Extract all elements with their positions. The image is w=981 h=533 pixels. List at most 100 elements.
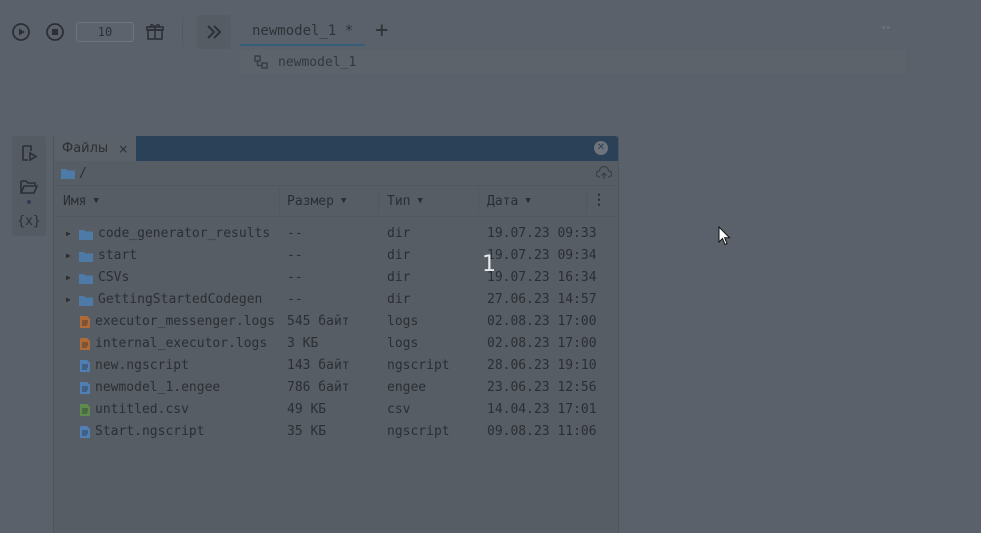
column-divider[interactable] [478, 188, 479, 214]
panel-header: Файлы × ✕ [54, 136, 618, 161]
stop-icon[interactable] [42, 19, 68, 45]
script-file-icon [80, 426, 90, 438]
folder-icon [79, 296, 93, 306]
folder-icon [79, 252, 93, 262]
sort-caret-icon: ▼ [525, 196, 531, 206]
cloud-upload-icon[interactable] [596, 165, 612, 181]
file-list: ▶ code_generator_results -- dir 19.07.23 09:… [54, 217, 618, 443]
table-row[interactable]: internal_executor.logs 3 КБ logs 02.08.23 1… [54, 333, 618, 355]
file-name: untitled.csv [95, 402, 189, 417]
file-size: 143 байт [287, 358, 350, 373]
file-date: 27.06.23 14:57 [487, 292, 597, 307]
file-date: 14.04.23 17:01 [487, 402, 597, 417]
file-date: 19.07.23 09:34 [487, 248, 597, 263]
file-size: -- [287, 226, 303, 241]
model-tabs: newmodel_1 * + [240, 18, 388, 46]
file-date: 19.07.23 16:34 [487, 270, 597, 285]
file-name: CSVs [98, 270, 130, 285]
expand-arrow-icon[interactable]: ▶ [66, 229, 71, 238]
files-tab-label: Файлы [62, 141, 109, 156]
file-date: 02.08.23 17:00 [487, 336, 597, 351]
step-number: 1 [482, 252, 496, 277]
file-type: dir [387, 226, 411, 241]
table-row[interactable]: newmodel_1.engee 786 байт engee 23.06.23 12… [54, 377, 618, 399]
table-row[interactable]: executor_messenger.logs 545 байт logs 02.08… [54, 311, 618, 333]
breadcrumb-label[interactable]: newmodel_1 [278, 55, 356, 70]
file-size: -- [287, 248, 303, 263]
file-name: executor_messenger.logs [95, 314, 276, 329]
file-date: 23.06.23 12:56 [487, 380, 597, 395]
table-row[interactable]: ▶ start -- dir 19.07.23 09:34 [54, 245, 618, 267]
column-divider[interactable] [279, 188, 280, 214]
current-path[interactable]: / [79, 166, 87, 181]
sort-caret-icon: ▼ [417, 196, 423, 206]
table-row[interactable]: Start.ngscript 35 КБ ngscript 09.08.23 11:0… [54, 421, 618, 443]
file-size: 786 байт [287, 380, 350, 395]
gift-icon[interactable] [142, 19, 168, 45]
close-panel-icon[interactable]: ✕ [594, 141, 608, 155]
log-file-icon [80, 338, 90, 350]
steps-input[interactable]: 10 [76, 22, 134, 42]
more-options-icon[interactable]: ⋮ [592, 192, 606, 208]
file-type: logs [387, 336, 419, 351]
expand-arrow-icon[interactable]: ▶ [66, 273, 71, 282]
play-icon[interactable] [8, 19, 34, 45]
column-divider [586, 188, 587, 214]
expand-arrow-icon[interactable]: ▶ [66, 295, 71, 304]
column-size[interactable]: Размер ▼ [287, 186, 346, 216]
file-date: 02.08.23 17:00 [487, 314, 597, 329]
file-type: csv [387, 402, 411, 417]
tab-newmodel[interactable]: newmodel_1 * [240, 19, 366, 46]
file-type: dir [387, 248, 411, 263]
file-size: 3 КБ [287, 336, 319, 351]
breadcrumb: newmodel_1 [240, 50, 906, 74]
tab-files[interactable]: Файлы × [54, 136, 136, 161]
model-hierarchy-icon [254, 55, 268, 69]
file-date: 19.07.23 09:33 [487, 226, 597, 241]
table-row[interactable]: new.ngscript 143 байт ngscript 28.06.23 19:… [54, 355, 618, 377]
sort-caret-icon: ▼ [93, 196, 99, 206]
add-tab-icon[interactable]: + [375, 20, 388, 46]
column-date-label: Дата [487, 193, 519, 209]
column-size-label: Размер [287, 193, 334, 209]
file-size: -- [287, 270, 303, 285]
column-divider[interactable] [378, 188, 379, 214]
file-type: ngscript [387, 358, 450, 373]
expand-arrows-icon[interactable]: ◂▸ [880, 22, 892, 33]
side-toolbar: {x} [12, 136, 46, 236]
table-row[interactable]: untitled.csv 49 КБ csv 14.04.23 17:01 [54, 399, 618, 421]
file-name: newmodel_1.engee [95, 380, 221, 395]
column-type[interactable]: Тип ▼ [387, 186, 423, 216]
file-size: 49 КБ [287, 402, 327, 417]
variables-icon[interactable]: {x} [12, 204, 46, 238]
file-name: Start.ngscript [95, 424, 205, 439]
file-name: new.ngscript [95, 358, 189, 373]
close-tab-icon[interactable]: × [118, 142, 128, 156]
folder-icon [79, 230, 93, 240]
column-name-label: Имя [63, 193, 87, 209]
path-bar: / [54, 161, 618, 185]
table-row[interactable]: ▶ GettingStartedCodegen -- dir 27.06.23 14:5… [54, 289, 618, 311]
file-date: 09.08.23 11:06 [487, 424, 597, 439]
column-date[interactable]: Дата ▼ [487, 186, 531, 216]
file-name: start [98, 248, 138, 263]
expand-arrow-icon[interactable]: ▶ [66, 251, 71, 260]
file-size: 545 байт [287, 314, 350, 329]
mouse-cursor-icon [718, 226, 731, 246]
csv-file-icon [80, 404, 90, 416]
variables-label: {x} [17, 213, 41, 229]
log-file-icon [80, 316, 90, 328]
run-toolbar: 10 [8, 12, 231, 52]
file-type: ngscript [387, 424, 450, 439]
toolbar-divider [182, 18, 183, 46]
folder-open-icon[interactable] [12, 170, 46, 204]
file-name: internal_executor.logs [95, 336, 268, 351]
file-name: code_generator_results [98, 226, 271, 241]
table-row[interactable]: ▶ CSVs -- dir 19.07.23 16:34 [54, 267, 618, 289]
column-name[interactable]: Имя ▼ [63, 186, 99, 216]
table-header: Имя ▼ Размер ▼ Тип ▼ Дата ▼ ⋮ [54, 185, 618, 217]
run-script-icon[interactable] [12, 136, 46, 170]
table-row[interactable]: ▶ code_generator_results -- dir 19.07.23 09:… [54, 223, 618, 245]
double-chevron-icon[interactable] [197, 15, 231, 49]
file-type: engee [387, 380, 427, 395]
